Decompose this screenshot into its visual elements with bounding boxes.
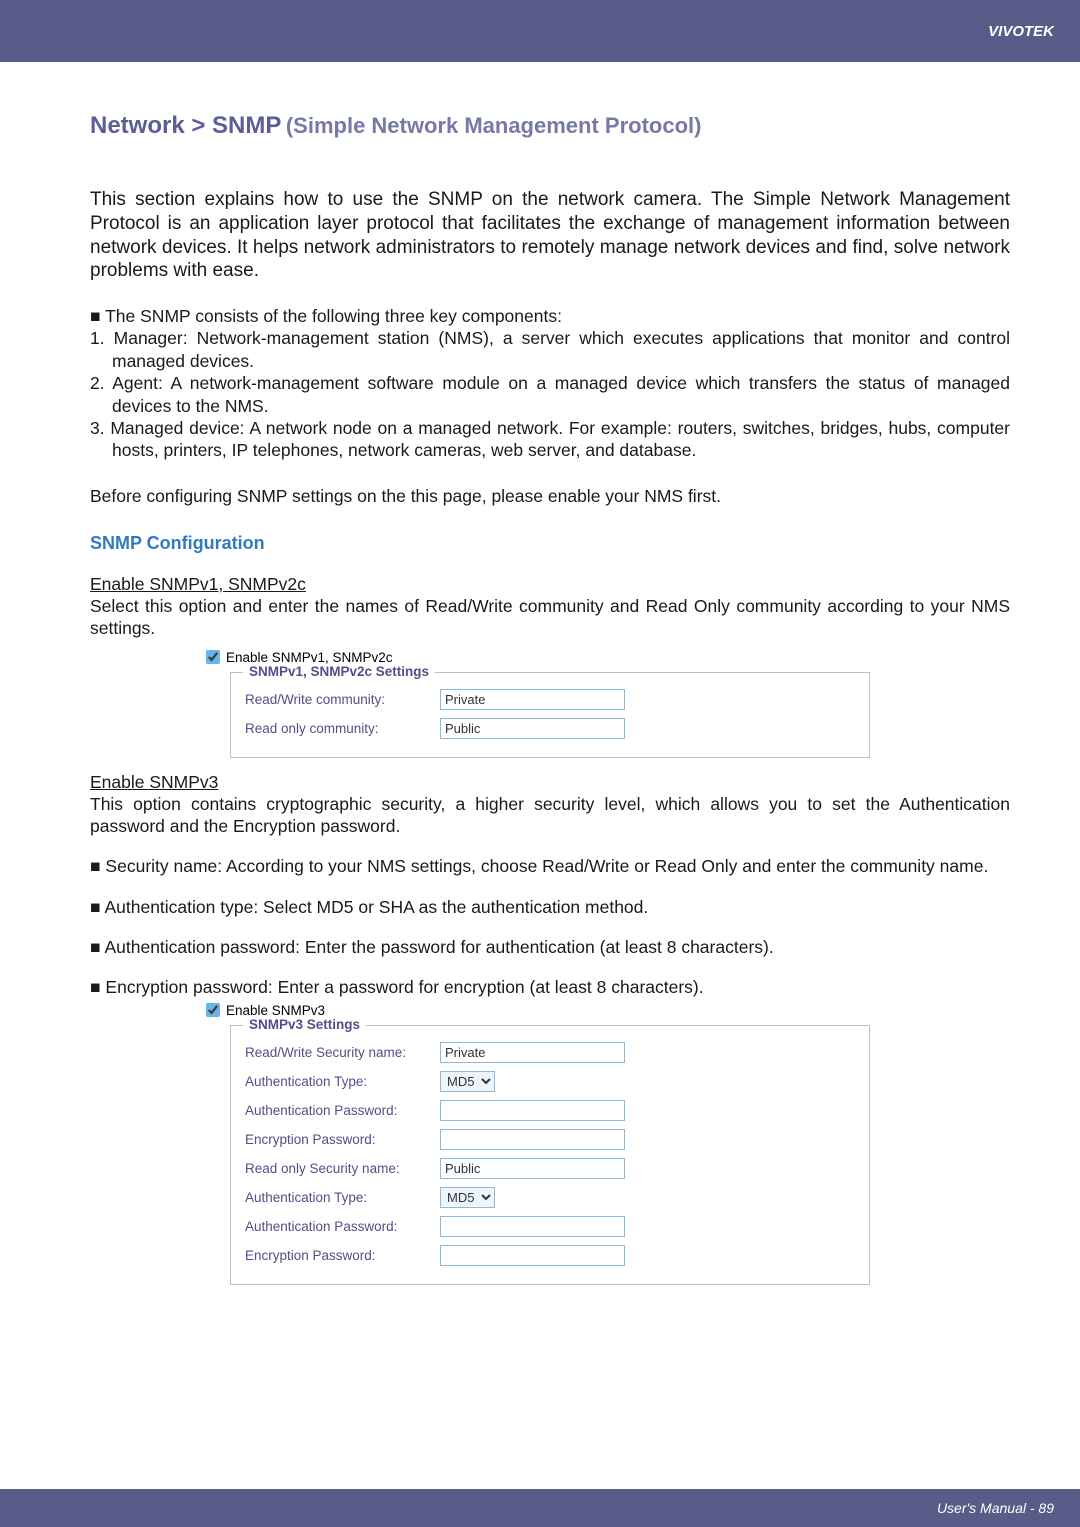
- v3-auth-type-select-1[interactable]: MD5: [440, 1071, 495, 1092]
- v3-rw-sec-label: Read/Write Security name:: [245, 1045, 440, 1060]
- v3-auth-pwd-label-1: Authentication Password:: [245, 1103, 440, 1118]
- v3-enc-pwd-input-1[interactable]: [440, 1129, 625, 1150]
- v3-bullet-security: ■ Security name: According to your NMS s…: [90, 855, 1010, 877]
- v3-heading: Enable SNMPv3: [90, 772, 1010, 793]
- intro-paragraph: This section explains how to use the SNM…: [90, 188, 1010, 283]
- v3-auth-pwd-row-1: Authentication Password:: [245, 1100, 855, 1121]
- v3-bullet-auth-pwd: ■ Authentication password: Enter the pas…: [90, 936, 1010, 958]
- v3-enc-pwd-row-1: Encryption Password:: [245, 1129, 855, 1150]
- v3-ro-sec-label: Read only Security name:: [245, 1161, 440, 1176]
- v3-auth-type-row-2: Authentication Type: MD5: [245, 1187, 855, 1208]
- page-title: Network > SNMP (Simple Network Managemen…: [90, 112, 1010, 140]
- v3-auth-pwd-label-2: Authentication Password:: [245, 1219, 440, 1234]
- snmp-config-heading: SNMP Configuration: [90, 533, 1010, 554]
- v3-auth-type-label-2: Authentication Type:: [245, 1190, 440, 1205]
- title-sub: (Simple Network Management Protocol): [286, 113, 702, 138]
- component-item-3: 3. Managed device: A network node on a m…: [90, 417, 1010, 462]
- components-section: ■ The SNMP consists of the following thr…: [90, 305, 1010, 462]
- v2c-fieldset: SNMPv1, SNMPv2c Settings Read/Write comm…: [230, 672, 870, 758]
- v2c-checkbox-row: Enable SNMPv1, SNMPv2c: [206, 650, 870, 665]
- v2c-ro-label: Read only community:: [245, 721, 440, 736]
- components-lead: ■ The SNMP consists of the following thr…: [90, 305, 1010, 327]
- v2c-rw-label: Read/Write community:: [245, 692, 440, 707]
- v2c-checkbox-label: Enable SNMPv1, SNMPv2c: [226, 650, 393, 665]
- v3-rw-sec-row: Read/Write Security name:: [245, 1042, 855, 1063]
- footer-bar: User's Manual - 89: [0, 1489, 1080, 1527]
- v3-enc-pwd-input-2[interactable]: [440, 1245, 625, 1266]
- v3-enable-checkbox[interactable]: [206, 1003, 220, 1017]
- brand-label: VIVOTEK: [988, 23, 1054, 40]
- v2c-enable-checkbox[interactable]: [206, 650, 220, 664]
- v3-checkbox-label: Enable SNMPv3: [226, 1003, 325, 1018]
- v2c-ro-input[interactable]: [440, 718, 625, 739]
- v2c-rw-input[interactable]: [440, 689, 625, 710]
- component-item-2: 2. Agent: A network-management software …: [90, 372, 1010, 417]
- component-item-1: 1. Manager: Network-management station (…: [90, 327, 1010, 372]
- v2c-rw-row: Read/Write community:: [245, 689, 855, 710]
- v3-fieldset: SNMPv3 Settings Read/Write Security name…: [230, 1025, 870, 1285]
- page-content: Network > SNMP (Simple Network Managemen…: [0, 62, 1080, 1285]
- v3-bullet-auth-type: ■ Authentication type: Select MD5 or SHA…: [90, 896, 1010, 918]
- v3-auth-type-row-1: Authentication Type: MD5: [245, 1071, 855, 1092]
- v3-bullet-enc-pwd: ■ Encryption password: Enter a password …: [90, 976, 1010, 998]
- v2c-ro-row: Read only community:: [245, 718, 855, 739]
- header-bar: VIVOTEK: [0, 0, 1080, 62]
- v3-legend: SNMPv3 Settings: [243, 1017, 366, 1032]
- v3-auth-pwd-input-1[interactable]: [440, 1100, 625, 1121]
- v2c-description: Select this option and enter the names o…: [90, 595, 1010, 640]
- v3-ro-sec-input[interactable]: [440, 1158, 625, 1179]
- before-config-note: Before configuring SNMP settings on the …: [90, 486, 1010, 507]
- v3-screenshot: Enable SNMPv3 SNMPv3 Settings Read/Write…: [230, 1003, 870, 1285]
- v3-auth-pwd-input-2[interactable]: [440, 1216, 625, 1237]
- v3-enc-pwd-row-2: Encryption Password:: [245, 1245, 855, 1266]
- v3-description: This option contains cryptographic secur…: [90, 793, 1010, 838]
- v3-checkbox-row: Enable SNMPv3: [206, 1003, 870, 1018]
- v2c-legend: SNMPv1, SNMPv2c Settings: [243, 664, 435, 679]
- v3-auth-type-label-1: Authentication Type:: [245, 1074, 440, 1089]
- v3-enc-pwd-label-1: Encryption Password:: [245, 1132, 440, 1147]
- v3-auth-type-select-2[interactable]: MD5: [440, 1187, 495, 1208]
- footer-text: User's Manual - 89: [937, 1500, 1054, 1516]
- v2c-screenshot: Enable SNMPv1, SNMPv2c SNMPv1, SNMPv2c S…: [230, 650, 870, 758]
- v3-enc-pwd-label-2: Encryption Password:: [245, 1248, 440, 1263]
- v2c-heading: Enable SNMPv1, SNMPv2c: [90, 574, 1010, 595]
- title-main: Network > SNMP: [90, 112, 281, 139]
- v3-section: Enable SNMPv3 This option contains crypt…: [90, 772, 1010, 999]
- v3-ro-sec-row: Read only Security name:: [245, 1158, 855, 1179]
- v3-rw-sec-input[interactable]: [440, 1042, 625, 1063]
- v3-auth-pwd-row-2: Authentication Password:: [245, 1216, 855, 1237]
